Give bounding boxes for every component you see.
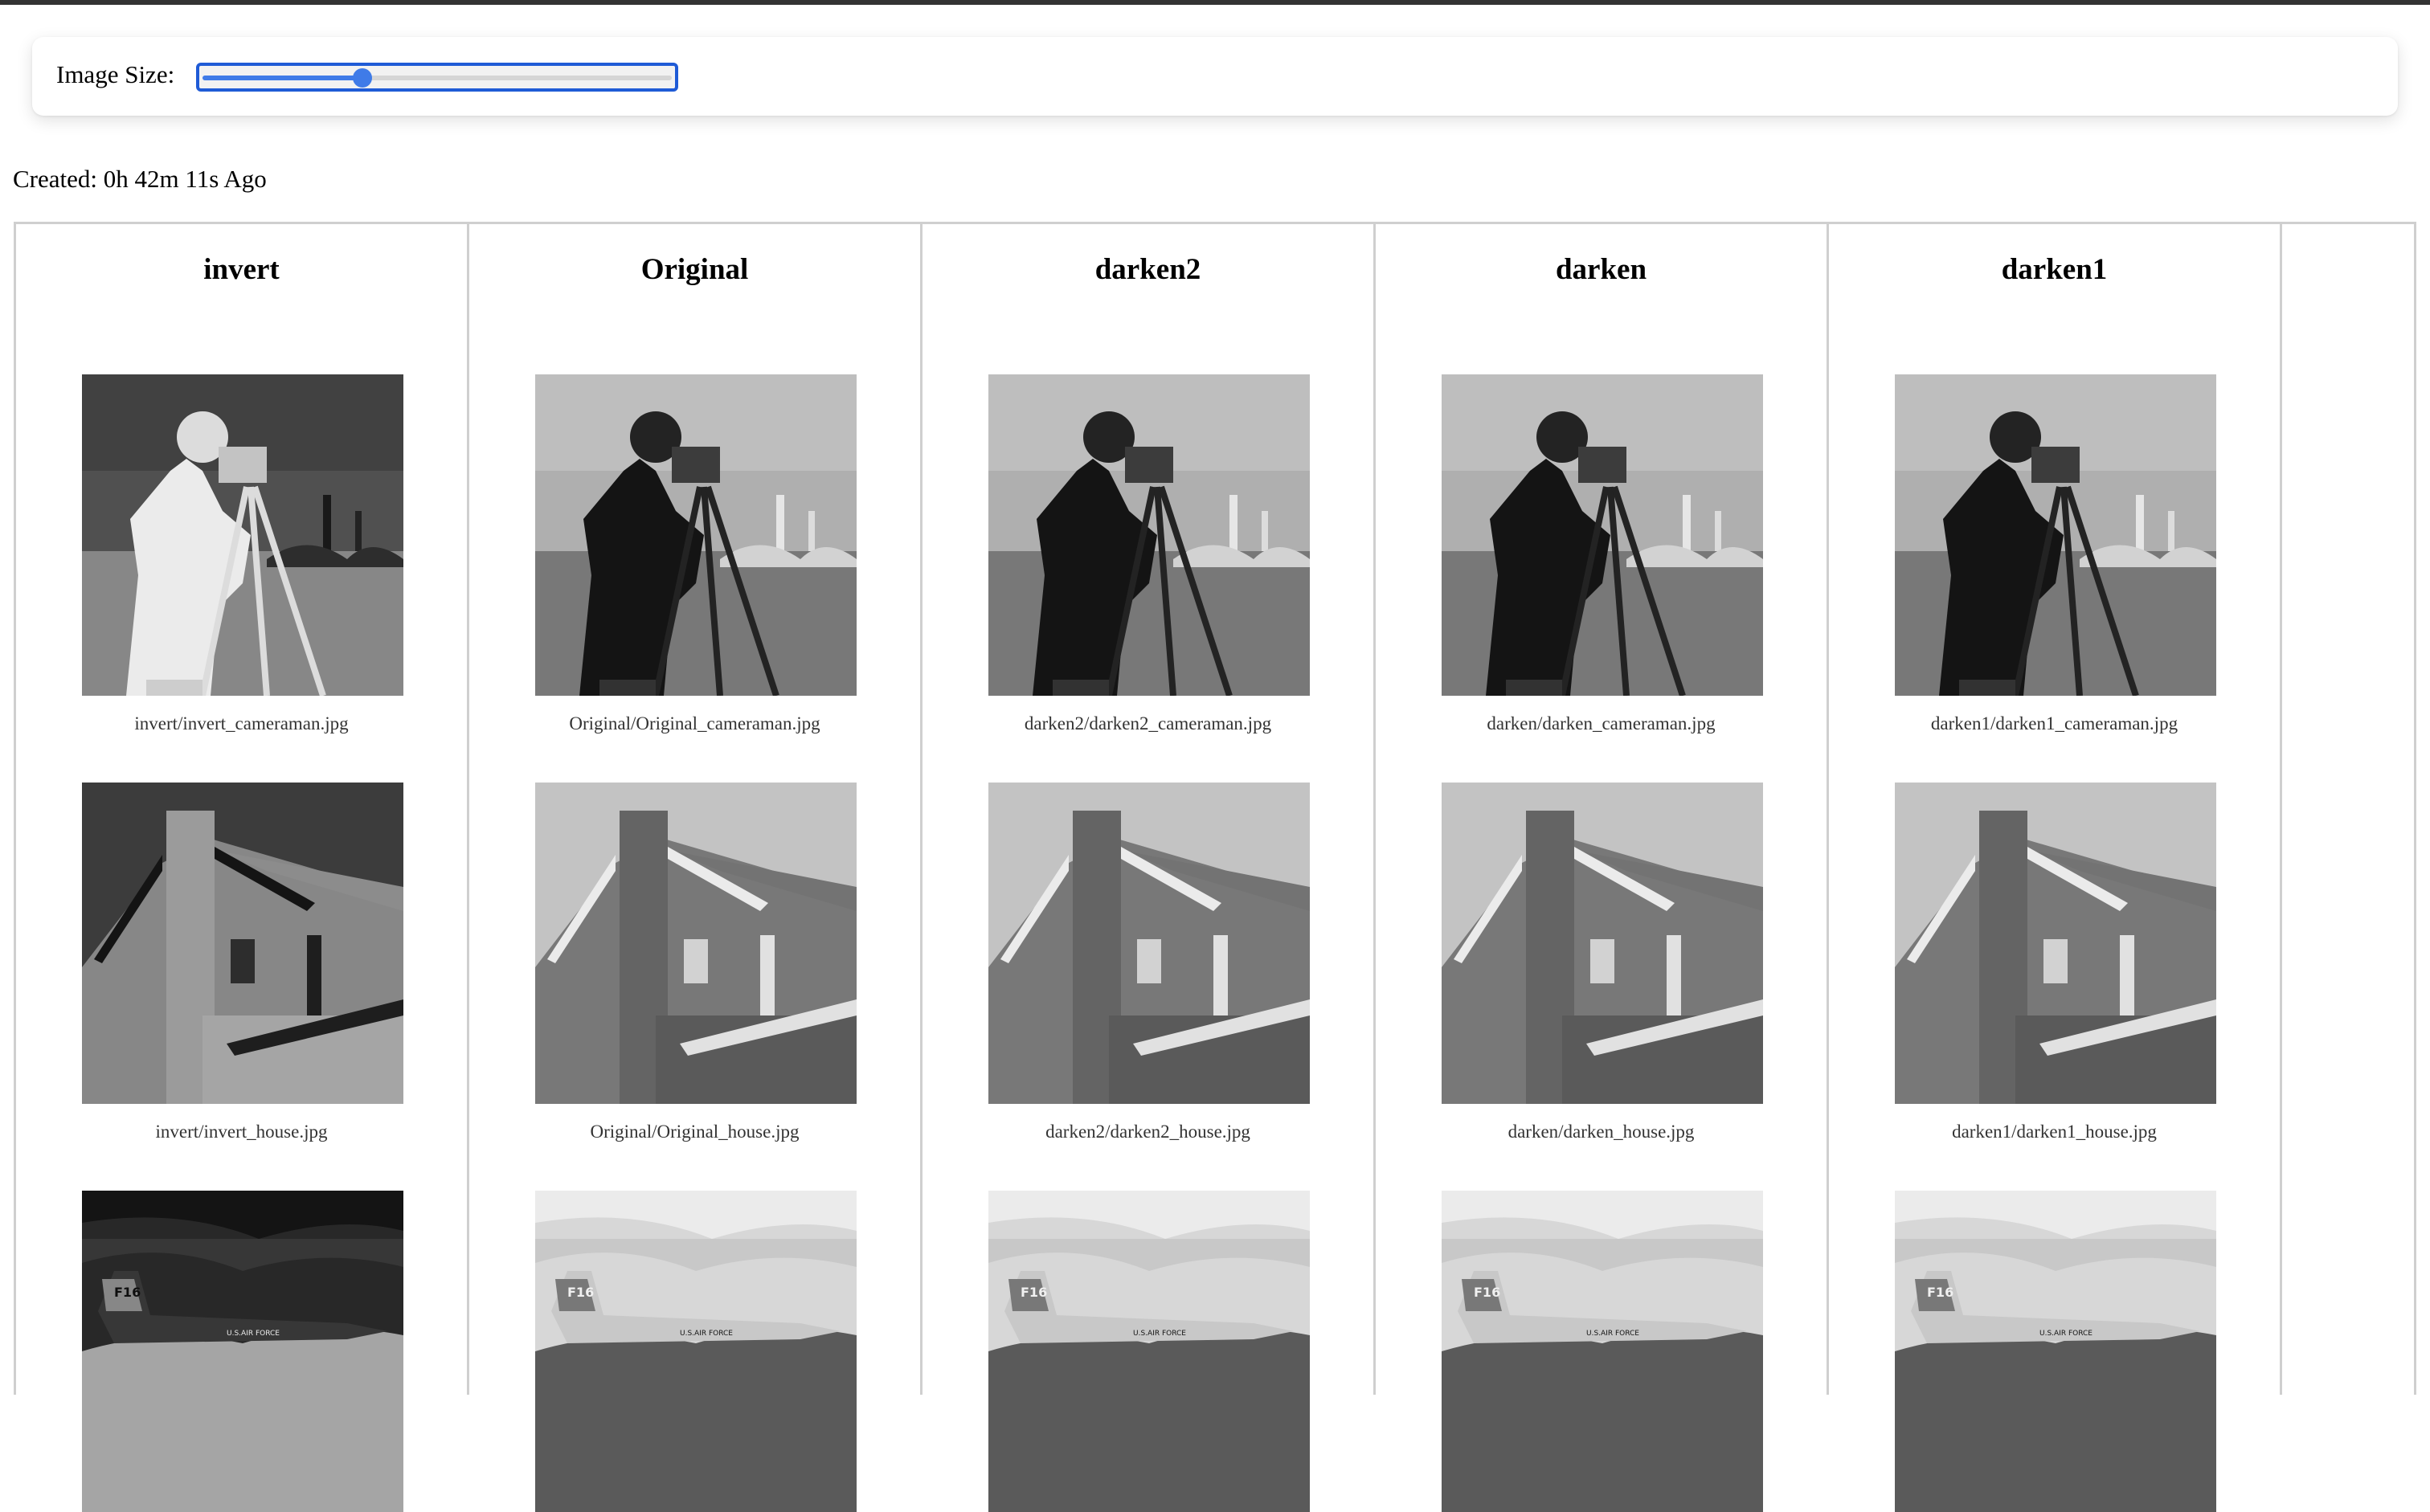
column-darken2: darken2 darken2/darken2_cameraman.jpg da… <box>922 222 1376 1512</box>
image-caption: Original/Original_cameraman.jpg <box>569 713 820 734</box>
column-invert: invert invert/invert_cameraman.jpg inver… <box>16 222 469 1512</box>
column-darken: darken darken/darken_cameraman.jpg darke… <box>1376 222 1829 1512</box>
jet-image[interactable]: F16 U.S.AIR FORCE <box>1442 1191 1763 1512</box>
house-image[interactable] <box>82 783 403 1104</box>
svg-text:F16: F16 <box>1927 1285 1953 1300</box>
image-caption: darken/darken_cameraman.jpg <box>1487 713 1716 734</box>
image-caption: invert/invert_cameraman.jpg <box>134 713 349 734</box>
column-title: darken2 <box>1094 253 1201 286</box>
column-title: darken <box>1555 253 1647 286</box>
slider-fill <box>202 76 362 80</box>
svg-text:U.S.AIR FORCE: U.S.AIR FORCE <box>2039 1330 2092 1338</box>
image-caption: darken1/darken1_cameraman.jpg <box>1930 713 2178 734</box>
column-darken1: darken1 darken1/darken1_cameraman.jpg da… <box>1829 222 2282 1512</box>
svg-text:F16: F16 <box>114 1285 141 1300</box>
svg-text:U.S.AIR FORCE: U.S.AIR FORCE <box>227 1330 280 1338</box>
cameraman-image[interactable] <box>1895 374 2216 696</box>
created-timestamp: Created: 0h 42m 11s Ago <box>13 165 267 193</box>
svg-text:F16: F16 <box>1474 1285 1500 1300</box>
image-caption: darken2/darken2_house.jpg <box>1045 1122 1250 1142</box>
cameraman-image[interactable] <box>1442 374 1763 696</box>
jet-image[interactable]: F16 U.S.AIR FORCE <box>82 1191 403 1512</box>
svg-text:U.S.AIR FORCE: U.S.AIR FORCE <box>1586 1330 1639 1338</box>
image-caption: darken2/darken2_cameraman.jpg <box>1024 713 1272 734</box>
image-caption: Original/Original_house.jpg <box>590 1122 800 1142</box>
column-title: darken1 <box>2001 253 2108 286</box>
image-caption: darken1/darken1_house.jpg <box>1952 1122 2157 1142</box>
cameraman-image[interactable] <box>535 374 857 696</box>
jet-image[interactable]: F16 U.S.AIR FORCE <box>535 1191 857 1512</box>
column-title: invert <box>203 253 280 286</box>
house-image[interactable] <box>1442 783 1763 1104</box>
image-caption: invert/invert_house.jpg <box>155 1122 328 1142</box>
svg-text:F16: F16 <box>1021 1285 1047 1300</box>
image-size-slider[interactable] <box>196 63 678 92</box>
cameraman-image[interactable] <box>82 374 403 696</box>
house-image[interactable] <box>988 783 1310 1104</box>
column-original: Original Original/Original_cameraman.jpg… <box>469 222 922 1512</box>
svg-text:U.S.AIR FORCE: U.S.AIR FORCE <box>1133 1330 1186 1338</box>
slider-thumb[interactable] <box>352 68 372 88</box>
house-image[interactable] <box>535 783 857 1104</box>
image-caption: darken/darken_house.jpg <box>1508 1122 1695 1142</box>
svg-text:F16: F16 <box>567 1285 594 1300</box>
column-title: Original <box>640 253 749 286</box>
top-border <box>0 0 2430 5</box>
house-image[interactable] <box>1895 783 2216 1104</box>
svg-text:U.S.AIR FORCE: U.S.AIR FORCE <box>680 1330 733 1338</box>
image-size-label: Image Size: <box>56 60 175 88</box>
jet-image[interactable]: F16 U.S.AIR FORCE <box>988 1191 1310 1512</box>
jet-image[interactable]: F16 U.S.AIR FORCE <box>1895 1191 2216 1512</box>
cameraman-image[interactable] <box>988 374 1310 696</box>
